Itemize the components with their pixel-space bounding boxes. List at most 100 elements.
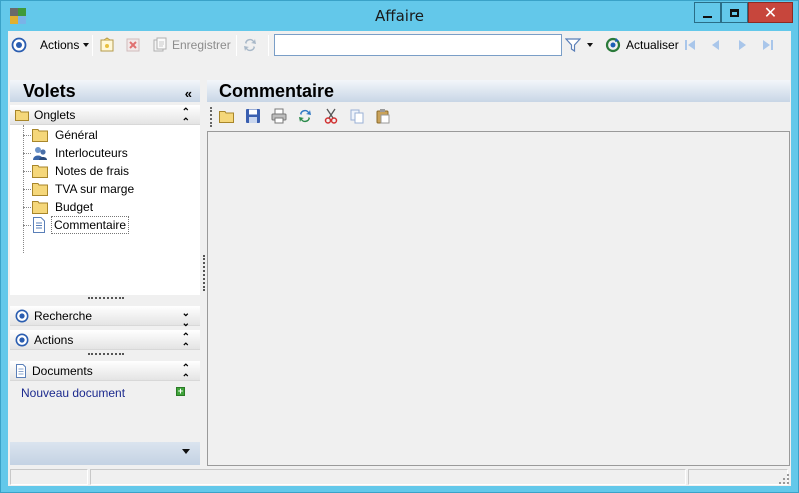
- toolbar-grip[interactable]: [210, 107, 212, 127]
- folder-icon: [32, 165, 48, 178]
- volets-title: Volets: [23, 81, 76, 101]
- target-icon[interactable]: [11, 36, 27, 54]
- first-record-icon[interactable]: [682, 36, 698, 54]
- paste-icon[interactable]: [375, 108, 391, 124]
- tree-connector: [23, 207, 31, 208]
- chevron-up-icon: ⌃ ⌃: [181, 363, 190, 384]
- cut-icon[interactable]: [323, 108, 339, 124]
- status-cell: [688, 469, 788, 485]
- content-title: Commentaire: [207, 80, 790, 102]
- chevron-down-icon: [83, 43, 90, 47]
- tree-item-label: TVA sur marge: [55, 182, 135, 196]
- title-bar[interactable]: Affaire ✕: [1, 1, 798, 31]
- search-input-box[interactable]: [274, 34, 562, 56]
- tree-item-notes-de-frais[interactable]: Notes de frais: [32, 162, 131, 180]
- minimize-icon: [703, 15, 712, 18]
- volets-panel: Volets « Onglets ⌃ ⌃ Général Interlocute…: [10, 80, 200, 465]
- tree-item-label: Notes de frais: [55, 164, 130, 178]
- comment-editor[interactable]: [207, 131, 790, 466]
- copy-icon[interactable]: [349, 108, 365, 124]
- panel-splitter[interactable]: [203, 255, 205, 291]
- actions-menu-button[interactable]: Actions: [40, 36, 90, 54]
- toolbar-separator: [92, 35, 93, 56]
- documents-label: Documents: [32, 363, 93, 378]
- save-button[interactable]: Enregistrer: [152, 36, 231, 54]
- tree-item-label: Général: [55, 128, 98, 142]
- delete-icon[interactable]: [125, 36, 141, 54]
- chevron-down-icon: ⌄ ⌄: [181, 308, 190, 329]
- document-icon: [33, 217, 45, 233]
- tree-connector: [23, 225, 31, 226]
- recherche-group-header[interactable]: Recherche ⌄ ⌄: [10, 306, 200, 329]
- tree-connector: [23, 153, 31, 154]
- tree-item-interlocuteurs[interactable]: Interlocuteurs: [32, 144, 130, 162]
- previous-record-icon[interactable]: [708, 36, 724, 54]
- group-resize-grip[interactable]: [88, 353, 124, 355]
- content-panel: Commentaire: [207, 80, 790, 466]
- status-cell: [10, 469, 88, 485]
- actions-menu-label: Actions: [40, 38, 80, 52]
- app-window: Affaire ✕ Actions Enregistrer Actualiser…: [0, 0, 799, 493]
- save-icon: [153, 37, 167, 52]
- volets-header: Volets «: [10, 80, 200, 102]
- actions-group-label: Actions: [34, 332, 74, 347]
- tree-item-label: Budget: [55, 200, 94, 214]
- resize-grip-icon[interactable]: [779, 474, 789, 484]
- tree-item-tva-sur-marge[interactable]: TVA sur marge: [32, 180, 136, 198]
- onglets-group-header[interactable]: Onglets ⌃ ⌃: [10, 105, 200, 128]
- tree-connector: [23, 171, 31, 172]
- chevron-down-icon: [587, 43, 593, 47]
- tree-connector: [23, 189, 31, 190]
- plus-icon[interactable]: +: [176, 387, 185, 396]
- new-record-icon[interactable]: [99, 36, 115, 54]
- sync-icon[interactable]: [242, 36, 258, 54]
- minimize-button[interactable]: [694, 2, 721, 23]
- folder-icon: [15, 109, 29, 121]
- status-bar: [8, 468, 791, 486]
- tree-item-budget[interactable]: Budget: [32, 198, 95, 216]
- maximize-icon: [730, 8, 739, 17]
- filter-dropdown[interactable]: [587, 36, 593, 54]
- close-button[interactable]: ✕: [748, 2, 793, 23]
- document-icon: [16, 363, 26, 378]
- toolbar-separator: [268, 35, 269, 56]
- close-icon: ✕: [763, 2, 778, 22]
- save-icon[interactable]: [245, 108, 261, 124]
- status-cell: [90, 469, 686, 485]
- maximize-button[interactable]: [721, 2, 748, 23]
- chevron-down-icon: [182, 449, 190, 454]
- target-icon: [15, 309, 29, 322]
- collapse-panel-button[interactable]: «: [185, 83, 192, 105]
- panel-overflow-bar[interactable]: [10, 442, 200, 465]
- filter-icon[interactable]: [565, 36, 581, 54]
- onglets-tree: Général Interlocuteurs Notes de frais TV…: [10, 125, 200, 295]
- search-input[interactable]: [275, 35, 561, 55]
- main-toolbar: Actions Enregistrer Actualiser: [8, 31, 791, 60]
- window-title: Affaire: [374, 7, 425, 25]
- folder-icon: [32, 201, 48, 214]
- tree-item-commentaire[interactable]: Commentaire: [32, 216, 130, 234]
- chevron-up-icon: ⌃ ⌃: [181, 332, 190, 353]
- documents-group-header[interactable]: Documents ⌃ ⌃: [10, 361, 200, 384]
- new-document-link[interactable]: Nouveau document: [21, 386, 125, 400]
- sync-icon[interactable]: [297, 108, 313, 124]
- onglets-label: Onglets: [34, 107, 76, 122]
- refresh-button[interactable]: Actualiser: [605, 36, 679, 54]
- recherche-label: Recherche: [34, 308, 93, 323]
- next-record-icon[interactable]: [734, 36, 750, 54]
- refresh-icon: [605, 37, 621, 53]
- print-icon[interactable]: [271, 108, 287, 124]
- last-record-icon[interactable]: [760, 36, 776, 54]
- client-area: Actions Enregistrer Actualiser Volets « …: [8, 31, 791, 486]
- people-icon: [33, 147, 47, 160]
- open-folder-icon[interactable]: [219, 108, 235, 124]
- tree-connector: [23, 135, 31, 136]
- tree-item-label: Commentaire: [51, 216, 130, 234]
- actions-group-header[interactable]: Actions ⌃ ⌃: [10, 330, 200, 353]
- tree-item-general[interactable]: Général: [32, 126, 100, 144]
- refresh-label: Actualiser: [626, 38, 679, 52]
- group-resize-grip[interactable]: [88, 297, 124, 299]
- save-label: Enregistrer: [172, 38, 231, 52]
- folder-icon: [32, 129, 48, 142]
- editor-toolbar: [207, 104, 790, 128]
